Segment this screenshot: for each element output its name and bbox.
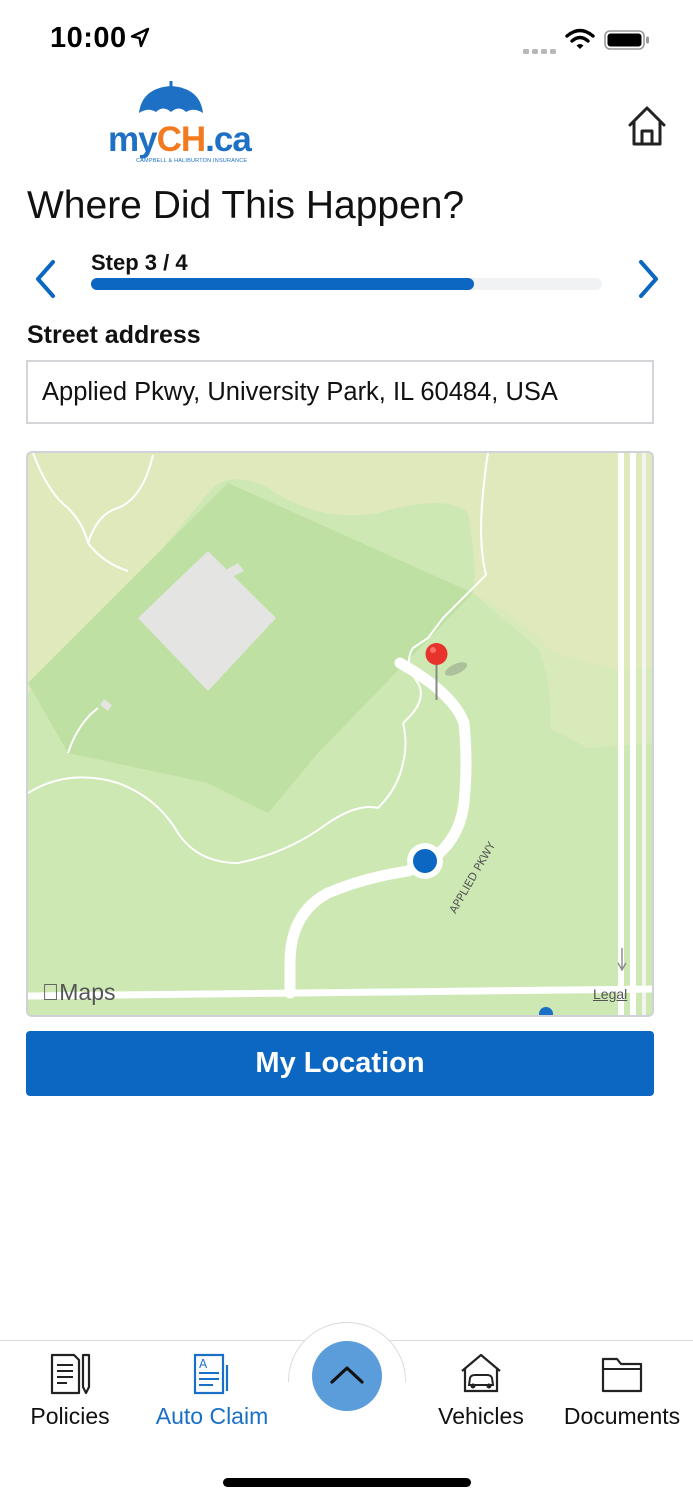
map-canvas: APPLIED PKWY: [28, 453, 652, 1015]
my-location-button[interactable]: My Location: [26, 1031, 654, 1096]
tab-policies[interactable]: Policies: [0, 1351, 140, 1441]
chevron-up-icon: [330, 1366, 364, 1384]
svg-text:A: A: [199, 1357, 208, 1371]
map-view[interactable]: APPLIED PKWY Maps Legal: [26, 451, 654, 1017]
street-address-input[interactable]: [26, 360, 654, 424]
wifi-icon: [565, 28, 595, 55]
logo-tagline: CAMPBELL & HALIBURTON INSURANCE: [136, 158, 248, 164]
policy-document-icon: [50, 1353, 91, 1395]
apple-logo-icon: : [42, 979, 59, 1005]
location-arrow-icon: [130, 27, 150, 54]
expand-menu-button[interactable]: [312, 1341, 382, 1411]
folder-icon: [601, 1357, 643, 1393]
next-step-button[interactable]: [630, 257, 666, 301]
tab-label: Policies: [30, 1403, 110, 1429]
house-icon: [628, 106, 666, 146]
previous-step-button[interactable]: [28, 257, 64, 301]
tab-documents[interactable]: Documents: [552, 1351, 692, 1441]
battery-icon: [604, 30, 650, 55]
maps-brand: Maps: [42, 979, 116, 1005]
step-indicator: Step 3 / 4: [91, 250, 188, 275]
chevron-left-icon: [36, 260, 55, 298]
tab-label: Documents: [563, 1403, 681, 1429]
tab-label: Auto Claim: [155, 1403, 269, 1429]
chevron-right-icon: [639, 260, 658, 298]
tab-auto-claim[interactable]: A Auto Claim: [142, 1351, 282, 1441]
status-time: 10:00: [50, 22, 127, 54]
home-indicator: [223, 1478, 471, 1487]
home-button[interactable]: [626, 104, 668, 148]
step-progress-fill: [91, 278, 475, 290]
garage-car-icon: [461, 1353, 501, 1393]
page-title: Where Did This Happen?: [27, 184, 465, 227]
claim-form-icon: A: [193, 1353, 229, 1395]
step-progress-bar: [91, 278, 602, 290]
umbrella-icon: [139, 81, 203, 113]
brand-logo: myCH.ca CAMPBELL & HALIBURTON INSURANCE: [108, 80, 253, 170]
street-address-label: Street address: [27, 321, 201, 349]
tab-label: Vehicles: [438, 1403, 524, 1429]
logo-wordmark: myCH.ca: [108, 120, 252, 159]
status-bar: 10:00: [0, 0, 693, 80]
cellular-signal-icon: [523, 42, 557, 60]
maps-legal-link[interactable]: Legal: [593, 986, 627, 1002]
tab-vehicles[interactable]: Vehicles: [411, 1351, 551, 1441]
current-location-dot-icon: [407, 843, 443, 879]
